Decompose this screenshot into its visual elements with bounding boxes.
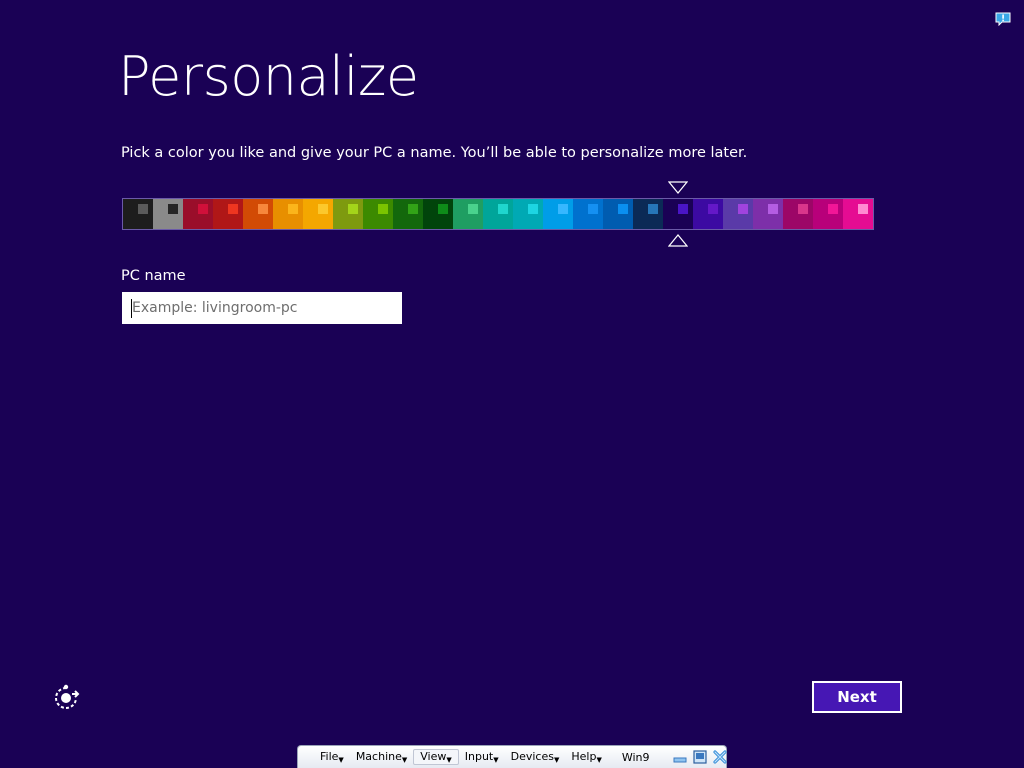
- color-swatch[interactable]: [243, 199, 273, 229]
- color-swatch-dot: [588, 204, 598, 214]
- color-swatch-dot: [138, 204, 148, 214]
- color-swatch-dot: [648, 204, 658, 214]
- color-swatch-dot: [858, 204, 868, 214]
- color-swatch-dot: [408, 204, 418, 214]
- vm-menu-label: File: [320, 750, 339, 763]
- dropdown-arrow-icon: ▼: [596, 756, 602, 764]
- close-icon[interactable]: [712, 749, 728, 765]
- color-swatch[interactable]: [303, 199, 333, 229]
- vm-menu-label: Devices: [510, 750, 554, 763]
- color-swatch[interactable]: [633, 199, 663, 229]
- color-swatch-dot: [768, 204, 778, 214]
- color-swatch[interactable]: [783, 199, 813, 229]
- color-swatch-dot: [678, 204, 688, 214]
- virtualbox-mini-toolbar: File▼ Machine▼ View▼ Input▼ Devices▼ Help▼ Wi…: [297, 745, 727, 768]
- color-swatch[interactable]: [483, 199, 513, 229]
- color-swatch[interactable]: [393, 199, 423, 229]
- vm-window-controls: [672, 749, 728, 765]
- dropdown-arrow-icon: ▼: [493, 756, 499, 764]
- vm-menu-label: Machine: [355, 750, 402, 763]
- selection-marker-bottom-icon: [668, 234, 688, 247]
- ease-of-access-icon[interactable]: [52, 684, 80, 712]
- color-swatch[interactable]: [813, 199, 843, 229]
- vm-menu-file[interactable]: File▼: [314, 750, 350, 764]
- color-swatch[interactable]: [363, 199, 393, 229]
- pc-name-label: PC name: [121, 268, 186, 284]
- color-swatch[interactable]: [543, 199, 573, 229]
- instruction-text: Pick a color you like and give your PC a…: [121, 145, 748, 161]
- selection-marker-top-icon: [668, 181, 688, 194]
- color-swatch[interactable]: [843, 199, 873, 229]
- color-swatch-dot: [378, 204, 388, 214]
- vm-menu-label: Input: [464, 750, 494, 763]
- restore-window-icon[interactable]: [692, 749, 708, 765]
- color-swatch[interactable]: [213, 199, 243, 229]
- vm-menu-devices[interactable]: Devices▼: [505, 750, 566, 764]
- color-swatch-dot: [318, 204, 328, 214]
- color-swatch[interactable]: [423, 199, 453, 229]
- color-swatch[interactable]: [153, 199, 183, 229]
- color-swatch-dot: [228, 204, 238, 214]
- color-swatch[interactable]: [333, 199, 363, 229]
- color-swatch-dot: [738, 204, 748, 214]
- color-swatch[interactable]: [753, 199, 783, 229]
- vm-menu-view[interactable]: View▼: [413, 749, 459, 765]
- color-swatch-dot: [528, 204, 538, 214]
- color-swatch-dot: [348, 204, 358, 214]
- vm-menu-input[interactable]: Input▼: [459, 750, 505, 764]
- color-swatch[interactable]: [123, 199, 153, 229]
- color-swatch[interactable]: [663, 199, 693, 229]
- color-swatch[interactable]: [573, 199, 603, 229]
- color-swatch[interactable]: [603, 199, 633, 229]
- color-swatch-dot: [708, 204, 718, 214]
- page-title: Personalize: [118, 45, 419, 108]
- color-swatch-dot: [438, 204, 448, 214]
- dropdown-arrow-icon: ▼: [338, 756, 344, 764]
- dropdown-arrow-icon: ▼: [553, 756, 560, 764]
- vm-name: Win9: [621, 750, 650, 764]
- pc-name-input[interactable]: [122, 292, 402, 324]
- dropdown-arrow-icon: ▼: [401, 756, 408, 764]
- color-swatch-dot: [498, 204, 508, 214]
- color-swatch-dot: [468, 204, 478, 214]
- color-swatch-dot: [168, 204, 178, 214]
- color-palette[interactable]: [122, 198, 874, 230]
- next-button[interactable]: Next: [812, 681, 902, 713]
- color-swatch-dot: [198, 204, 208, 214]
- vm-menu-machine[interactable]: Machine▼: [350, 750, 413, 764]
- color-swatch-dot: [618, 204, 628, 214]
- vm-menu-label: Help: [571, 750, 597, 763]
- vm-menu: File▼ Machine▼ View▼ Input▼ Devices▼ Help▼: [314, 749, 608, 765]
- color-swatch[interactable]: [513, 199, 543, 229]
- vm-menu-label: View: [420, 750, 447, 763]
- vm-menu-help[interactable]: Help▼: [565, 750, 607, 764]
- color-swatch[interactable]: [183, 199, 213, 229]
- color-swatch-dot: [558, 204, 568, 214]
- color-swatch-dot: [288, 204, 298, 214]
- color-swatch-dot: [258, 204, 268, 214]
- text-cursor: [131, 299, 132, 318]
- color-swatch[interactable]: [273, 199, 303, 229]
- color-swatch-dot: [828, 204, 838, 214]
- color-swatch[interactable]: [453, 199, 483, 229]
- feedback-icon[interactable]: [995, 12, 1011, 26]
- minimize-icon[interactable]: [672, 749, 688, 765]
- color-swatch-dot: [798, 204, 808, 214]
- color-swatch[interactable]: [693, 199, 723, 229]
- color-swatch[interactable]: [723, 199, 753, 229]
- dropdown-arrow-icon: ▼: [446, 756, 452, 764]
